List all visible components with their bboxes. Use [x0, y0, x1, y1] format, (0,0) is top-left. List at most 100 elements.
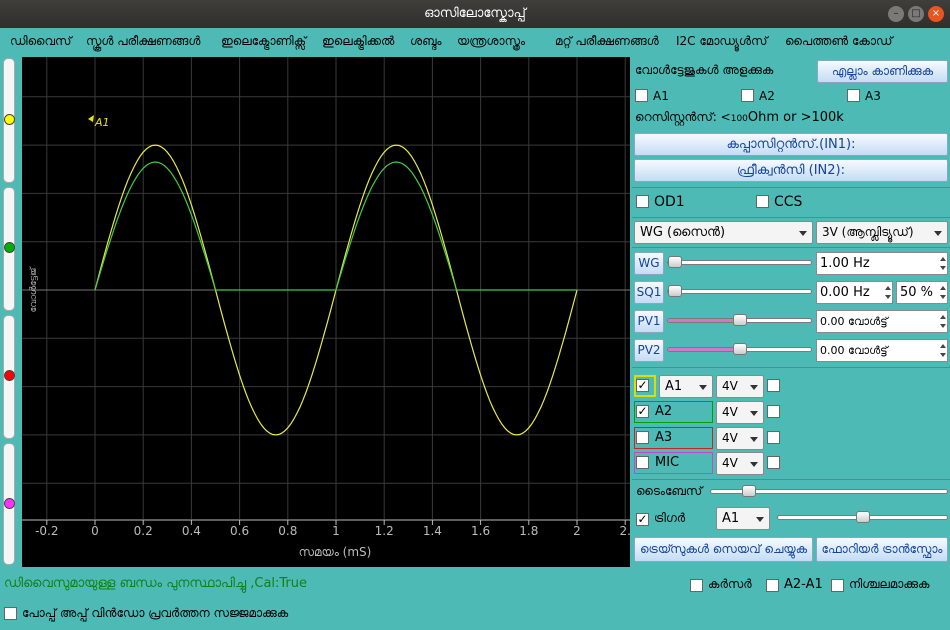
wavegen-type-value: WG (സൈൻ)	[640, 225, 726, 240]
save-traces-button[interactable]: ട്രെയ്സുകൾ സെയവ് ചെയ്യുക	[634, 537, 813, 562]
resistance-readout: റെസിസ്റ്റൻസ്: <100Ohm or >100k	[635, 110, 844, 125]
channel-a2-range-select[interactable]: 4V	[716, 401, 764, 424]
show-all-button[interactable]: എല്ലാം കാണിക്കുക	[817, 60, 948, 83]
plot-grid	[22, 57, 630, 521]
menu-sound[interactable]: ശബ്ദം	[410, 34, 442, 49]
offset-marker-mic[interactable]	[4, 498, 15, 509]
chevron-down-icon	[934, 230, 942, 236]
trigger-level-thumb[interactable]	[855, 511, 870, 523]
spin-up-icon	[940, 257, 946, 261]
trigger-marker[interactable]: A1	[88, 115, 110, 129]
spin-down-icon	[885, 295, 891, 299]
pv1-button[interactable]: PV1	[634, 310, 664, 333]
popup-window-checkbox[interactable]	[4, 607, 17, 620]
channel-a3-fit-checkbox[interactable]	[767, 431, 780, 444]
x-tick-label: 0.4	[182, 524, 201, 538]
pv1-slider[interactable]	[667, 314, 812, 326]
cursor-checkbox[interactable]	[690, 579, 703, 592]
wavegen-type-select[interactable]: WG (സൈൻ)	[634, 221, 813, 244]
offset-marker-a2[interactable]	[4, 242, 15, 253]
capacitance-button[interactable]: കപ്പാസിറ്റൻസ്.(IN1):	[634, 133, 948, 156]
wg-slider[interactable]	[667, 256, 812, 268]
menu-mechanics[interactable]: യന്ത്രശാസ്ത്രം	[457, 34, 525, 49]
pv2-button[interactable]: PV2	[634, 339, 664, 362]
offset-marker-a3[interactable]	[4, 370, 15, 381]
channel-a1-checkbox[interactable]: ✓	[636, 379, 649, 392]
close-icon[interactable]: ×	[928, 6, 944, 22]
spin-up-icon	[940, 315, 946, 319]
x-tick-label: 2	[573, 524, 581, 538]
timebase-slider-thumb[interactable]	[742, 485, 757, 497]
menu-other-experiments[interactable]: മറ്റ് പരീക്ഷണങ്ങൾ	[555, 34, 659, 49]
offset-marker-a1[interactable]	[4, 114, 15, 125]
pv1-voltage-spinbox[interactable]: 0.00 വോൾട്ട്	[816, 310, 948, 333]
x-tick-label: 0.2	[134, 524, 153, 538]
wg-slider-thumb[interactable]	[668, 256, 682, 268]
chevron-down-icon	[799, 230, 807, 236]
y-axis-label: വോൾട്ടേജ്	[28, 266, 39, 312]
trigger-arrow-icon	[88, 115, 94, 122]
ccs-checkbox[interactable]	[756, 195, 769, 208]
channel-a3-range-select[interactable]: 4V	[716, 427, 764, 450]
menu-device[interactable]: ഡിവൈസ്	[10, 34, 71, 49]
channel-a1-select[interactable]: A1	[659, 375, 713, 398]
menu-school-experiments[interactable]: സ്കൂൾ പരീക്ഷണങ്ങൾ	[86, 34, 200, 49]
wg-frequency-spinbox[interactable]: 1.00 Hz	[816, 252, 948, 275]
chevron-down-icon	[750, 461, 758, 467]
pv2-slider-thumb[interactable]	[732, 343, 747, 355]
sq1-slider-thumb[interactable]	[668, 285, 682, 297]
plot-svg[interactable]: -0.2 0 0.2 0.4 0.6 0.8 1 1.2 1.4 1.6 1.8 2 2. വോൾട്ട…	[22, 57, 631, 567]
spin-up-icon	[885, 286, 891, 290]
pv1-slider-thumb[interactable]	[732, 314, 747, 326]
channel-mic-checkbox[interactable]	[636, 456, 649, 469]
channel-a2-checkbox[interactable]: ✓	[636, 405, 649, 418]
pv2-voltage-spinbox[interactable]: 0.00 വോൾട്ട്	[816, 339, 948, 362]
channel-a1-range-select[interactable]: 4V	[716, 375, 764, 398]
a1-measure-label: A1	[653, 89, 669, 103]
od1-checkbox[interactable]	[636, 195, 649, 208]
a1-measure-checkbox[interactable]	[635, 89, 648, 102]
menu-i2c-modules[interactable]: I2C മോഡ്യൂൾസ്	[676, 34, 767, 49]
channel-mic-fit-checkbox[interactable]	[767, 456, 780, 469]
maximize-icon[interactable]: □	[908, 6, 924, 22]
pv2-slider[interactable]	[667, 343, 812, 355]
frequency-button[interactable]: ഫ്രീക്വൻസി (IN2):	[634, 159, 948, 182]
channel-a2-range: 4V	[722, 405, 738, 419]
a2-a1-checkbox[interactable]	[766, 579, 779, 592]
wg-button[interactable]: WG	[634, 252, 664, 275]
pv1-voltage-value: 0.00 വോൾട്ട്	[820, 315, 888, 328]
trigger-source-select[interactable]: A1	[716, 507, 770, 530]
freeze-checkbox[interactable]	[831, 579, 844, 592]
amplitude-select[interactable]: 3V (ആമ്പ്ലിട്യൂഡ്)	[816, 221, 948, 244]
a2-a1-label: A2-A1	[784, 577, 823, 592]
menu-electronics[interactable]: ഇലെക്ട്രോണിക്സ്	[221, 34, 306, 49]
fourier-transform-button[interactable]: ഫോറിയർ ട്രാൻസ്ഫോം	[816, 537, 948, 562]
a3-measure-checkbox[interactable]	[847, 89, 860, 102]
sq1-button[interactable]: SQ1	[634, 281, 664, 304]
channel-mic-range: 4V	[722, 456, 738, 470]
chevron-down-icon	[750, 384, 758, 390]
sq1-duty-spinbox[interactable]: 50 %	[896, 281, 948, 304]
menu-python-code[interactable]: പൈത്തൺ കോഡ്	[785, 34, 893, 49]
timebase-slider[interactable]	[710, 485, 948, 497]
x-tick-label: 2.	[619, 524, 630, 538]
sq1-slider[interactable]	[667, 285, 812, 297]
x-tick-label: 0	[91, 524, 99, 538]
channel-a2-fit-checkbox[interactable]	[767, 405, 780, 418]
trigger-checkbox[interactable]: ✓	[636, 513, 649, 526]
channel-a3-checkbox[interactable]	[636, 431, 649, 444]
chevron-down-icon	[750, 436, 758, 442]
wg-frequency-value: 1.00 Hz	[820, 256, 870, 271]
oscilloscope-plot[interactable]: -0.2 0 0.2 0.4 0.6 0.8 1 1.2 1.4 1.6 1.8 2 2. വോൾട്ട…	[22, 57, 631, 567]
channel-a1-name: A1	[665, 379, 683, 394]
minimize-icon[interactable]: –	[888, 6, 904, 22]
amplitude-value: 3V (ആമ്പ്ലിട്യൂഡ്)	[822, 225, 914, 239]
ccs-label: CCS	[774, 194, 803, 210]
a2-measure-checkbox[interactable]	[741, 89, 754, 102]
trigger-level-slider[interactable]	[777, 511, 948, 523]
x-axis-label: സമയം (mS)	[299, 545, 372, 559]
menu-electrical[interactable]: ഇലെക്ട്രിക്കൽ	[322, 34, 394, 49]
channel-mic-range-select[interactable]: 4V	[716, 452, 764, 475]
channel-a1-fit-checkbox[interactable]	[767, 379, 780, 392]
sq1-frequency-spinbox[interactable]: 0.00 Hz	[816, 281, 893, 304]
